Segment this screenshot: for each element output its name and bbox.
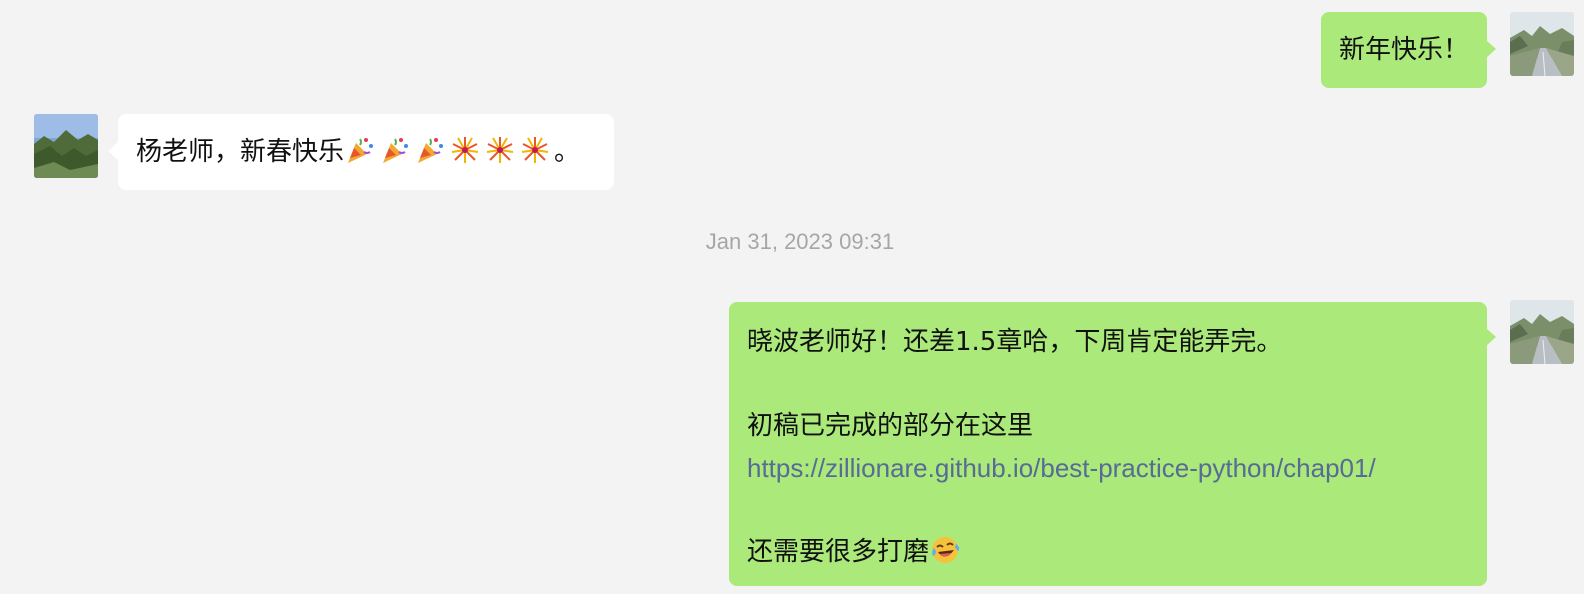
laughing-crying-icon bbox=[929, 534, 961, 566]
party-popper-icon bbox=[379, 134, 411, 166]
contact-avatar[interactable] bbox=[34, 114, 98, 178]
message-line: 初稿已完成的部分在这里 bbox=[747, 411, 1034, 441]
message-content: 杨老师，新春快乐 。 bbox=[136, 131, 596, 173]
fireworks-icon bbox=[484, 134, 516, 166]
message-line: 还需要很多打磨 bbox=[747, 537, 930, 567]
bubble-tail bbox=[1486, 328, 1496, 346]
outgoing-message-bubble[interactable]: 晓波老师好！还差1.5章哈，下周肯定能弄完。 初稿已完成的部分在这里 https… bbox=[729, 302, 1487, 586]
message-text: 杨老师，新春快乐 bbox=[136, 137, 345, 167]
self-avatar[interactable] bbox=[1510, 12, 1574, 76]
mountain-avatar-image bbox=[34, 114, 98, 178]
fireworks-icon bbox=[449, 134, 481, 166]
message-text: 新年快乐！ bbox=[1339, 35, 1470, 65]
message-timestamp: Jan 31, 2023 09:31 bbox=[705, 229, 895, 254]
self-avatar[interactable] bbox=[1510, 300, 1574, 364]
bubble-tail bbox=[1486, 40, 1496, 58]
message-line: 晓波老师好！还差1.5章哈，下周肯定能弄完。 bbox=[747, 327, 1283, 357]
message-content: 还需要很多打磨 bbox=[747, 531, 1469, 573]
outgoing-message-bubble[interactable]: 新年快乐！ bbox=[1321, 12, 1487, 88]
bubble-tail bbox=[108, 142, 118, 160]
road-avatar-image bbox=[1510, 12, 1574, 76]
road-avatar-image bbox=[1510, 300, 1574, 364]
party-popper-icon bbox=[344, 134, 376, 166]
fireworks-icon bbox=[519, 134, 551, 166]
incoming-message-bubble[interactable]: 杨老师，新春快乐 。 bbox=[118, 114, 614, 190]
message-suffix: 。 bbox=[554, 137, 581, 167]
chapter-link[interactable]: https://zillionare.github.io/best-practi… bbox=[747, 447, 1469, 489]
party-popper-icon bbox=[414, 134, 446, 166]
